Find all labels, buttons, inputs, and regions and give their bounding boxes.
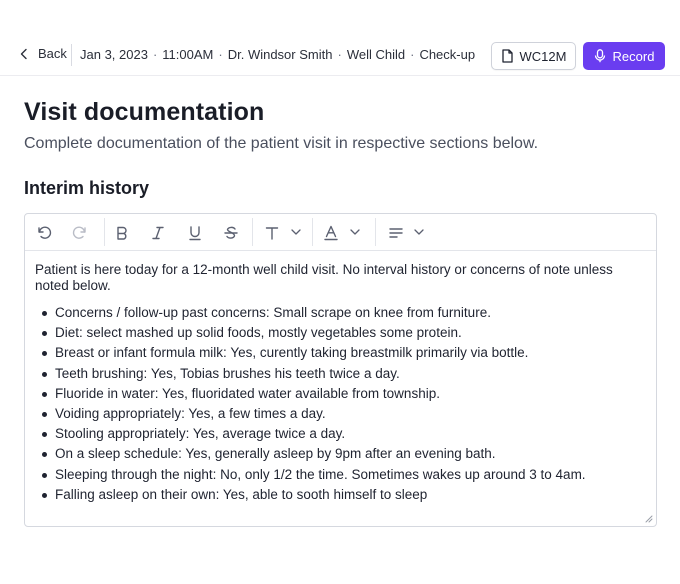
- chevron-down-icon[interactable]: [290, 226, 302, 238]
- list-item: Stooling appropriately: Yes, average twi…: [35, 424, 646, 444]
- toolbar-divider: [252, 218, 253, 246]
- breadcrumb: Jan 3, 2023 · 11:00AM · Dr. Windsor Smit…: [80, 47, 475, 62]
- redo-icon[interactable]: [71, 224, 89, 242]
- strikethrough-icon[interactable]: [222, 224, 240, 242]
- record-button[interactable]: Record: [583, 42, 665, 70]
- list-item: On a sleep schedule: Yes, generally asle…: [35, 444, 646, 464]
- toolbar-divider: [104, 218, 105, 246]
- top-bar: Back Jan 3, 2023 · 11:00AM · Dr. Windsor…: [0, 0, 680, 76]
- breadcrumb-separator: ·: [337, 47, 342, 62]
- visit-category: Well Child: [346, 47, 406, 62]
- italic-icon[interactable]: [149, 224, 167, 242]
- microphone-icon: [594, 49, 605, 63]
- list-item: Sleeping through the night: No, only 1/2…: [35, 465, 646, 485]
- intro-paragraph: Patient is here today for a 12-month wel…: [35, 262, 613, 293]
- back-label: Back: [38, 46, 67, 61]
- visit-time: 11:00AM: [162, 47, 214, 62]
- toolbar-divider: [312, 218, 313, 246]
- template-code-label: WC12M: [519, 48, 567, 64]
- history-list: Concerns / follow-up past concerns: Smal…: [35, 303, 646, 505]
- undo-icon[interactable]: [35, 224, 53, 242]
- text-style-icon[interactable]: [263, 224, 281, 242]
- list-item: Breast or infant formula milk: Yes, cure…: [35, 343, 646, 363]
- chevron-left-icon: [20, 48, 27, 59]
- list-item: Diet: select mashed up solid foods, most…: [35, 323, 646, 343]
- breadcrumb-separator: ·: [152, 47, 158, 62]
- divider: [71, 44, 72, 66]
- page-subtitle: Complete documentation of the patient vi…: [24, 135, 539, 152]
- bold-icon[interactable]: [113, 224, 131, 242]
- page-title: Visit documentation: [24, 98, 265, 126]
- underline-icon[interactable]: [186, 224, 204, 242]
- list-item: Voiding appropriately: Yes, a few times …: [35, 404, 646, 424]
- breadcrumb-separator: ·: [410, 47, 415, 62]
- list-item: Fluoride in water: Yes, fluoridated wate…: [35, 384, 646, 404]
- align-icon[interactable]: [387, 224, 405, 242]
- list-item: Falling asleep on their own: Yes, able t…: [35, 485, 646, 505]
- template-code-button[interactable]: WC12M: [491, 42, 576, 70]
- record-label: Record: [612, 48, 655, 64]
- editor-toolbar: [25, 214, 656, 251]
- breadcrumb-separator: ·: [218, 47, 223, 62]
- list-item: Concerns / follow-up past concerns: Smal…: [35, 303, 646, 323]
- editor-content[interactable]: Patient is here today for a 12-month wel…: [25, 251, 656, 505]
- resize-handle-icon[interactable]: [643, 513, 653, 523]
- back-button[interactable]: Back: [18, 46, 67, 61]
- visit-type: Check-up: [419, 47, 476, 62]
- interim-history-editor: Patient is here today for a 12-month wel…: [24, 213, 657, 527]
- chevron-down-icon[interactable]: [413, 226, 425, 238]
- visit-date: Jan 3, 2023: [80, 47, 148, 62]
- chevron-down-icon[interactable]: [349, 226, 361, 238]
- section-title: Interim history: [24, 178, 150, 198]
- document-icon: [501, 49, 513, 63]
- text-color-icon[interactable]: [322, 224, 340, 242]
- toolbar-divider: [375, 218, 376, 246]
- provider-name: Dr. Windsor Smith: [227, 47, 333, 62]
- list-item: Teeth brushing: Yes, Tobias brushes his …: [35, 364, 646, 384]
